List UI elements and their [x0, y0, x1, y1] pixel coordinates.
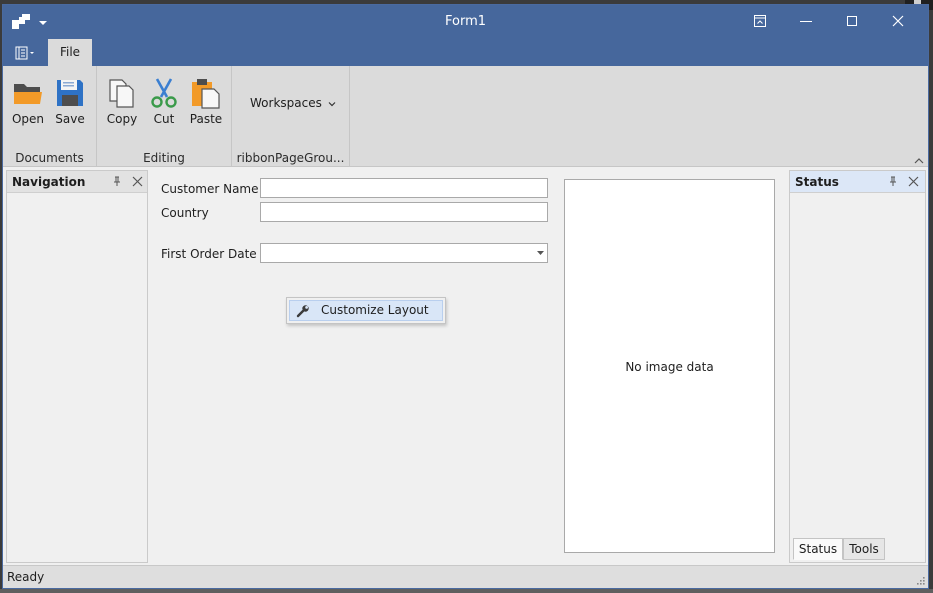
tab-tools[interactable]: Tools — [843, 538, 885, 560]
cut-button[interactable]: Cut — [143, 74, 185, 132]
ribbon-group-editing: Copy Cut Paste Editing — [97, 66, 232, 167]
collapse-ribbon-button[interactable] — [914, 154, 924, 164]
close-panel-icon[interactable] — [132, 176, 143, 187]
navigation-panel: Navigation — [6, 170, 148, 563]
no-image-text: No image data — [625, 360, 714, 374]
window-layout-icon — [754, 15, 766, 27]
main-window: Form1 File Open Save Documents Copy Cut … — [2, 4, 929, 589]
restore-layout-button[interactable] — [737, 5, 783, 38]
customer-name-label: Customer Name — [161, 182, 259, 196]
close-icon — [892, 15, 904, 27]
copy-label: Copy — [106, 112, 138, 126]
first-order-date-label: First Order Date — [161, 247, 257, 261]
tab-status[interactable]: Status — [793, 538, 843, 560]
minimize-button[interactable] — [783, 5, 829, 38]
save-button[interactable]: Save — [49, 74, 91, 132]
application-menu-button[interactable] — [11, 42, 41, 64]
picture-box[interactable]: No image data — [564, 179, 775, 553]
status-bar: Ready — [3, 565, 928, 588]
country-input[interactable] — [260, 202, 548, 222]
title-bar: Form1 — [3, 5, 928, 38]
ribbon-group-documents: Open Save Documents — [3, 66, 97, 167]
floppy-disk-icon — [57, 80, 83, 106]
status-panel-header[interactable]: Status — [790, 171, 925, 193]
open-button[interactable]: Open — [7, 74, 49, 132]
first-order-date-picker[interactable] — [260, 243, 548, 263]
ribbon-group-workspaces: Workspaces ribbonPageGrou... — [232, 66, 350, 167]
scissors-icon — [151, 78, 177, 108]
cut-label: Cut — [153, 112, 175, 126]
save-label: Save — [55, 112, 85, 126]
open-label: Open — [11, 112, 45, 126]
desktop-bottom-edge — [0, 589, 933, 593]
ribbon-group-label: ribbonPageGrou... — [236, 151, 345, 165]
folder-open-icon — [14, 84, 42, 104]
workspaces-label: Workspaces — [250, 96, 322, 110]
minimize-icon — [800, 21, 812, 22]
workspaces-dropdown[interactable]: Workspaces — [250, 96, 336, 110]
maximize-button[interactable] — [829, 5, 875, 38]
paste-button[interactable]: Paste — [185, 74, 227, 132]
chevron-up-icon — [914, 158, 924, 164]
navigation-panel-title: Navigation — [12, 175, 86, 189]
resize-grip-icon[interactable] — [915, 575, 925, 585]
pin-icon[interactable] — [888, 176, 898, 187]
status-panel: Status Status Tools — [789, 170, 926, 563]
tab-file[interactable]: File — [48, 39, 92, 66]
ribbon-group-label: Editing — [143, 151, 185, 165]
wrench-icon — [296, 305, 309, 318]
close-window-button[interactable] — [875, 5, 921, 38]
ribbon-tab-row: File — [3, 38, 928, 66]
application-menu-icon — [15, 46, 34, 60]
status-text: Ready — [7, 570, 45, 584]
copy-button[interactable]: Copy — [101, 74, 143, 132]
chevron-down-icon — [328, 102, 336, 107]
context-menu: Customize Layout — [286, 297, 446, 324]
navigation-panel-header[interactable]: Navigation — [7, 171, 147, 193]
close-panel-icon[interactable] — [908, 176, 919, 187]
customer-name-input[interactable] — [260, 178, 548, 198]
paste-label: Paste — [189, 112, 223, 126]
country-label: Country — [161, 206, 209, 220]
clipboard-paste-icon — [192, 79, 220, 109]
maximize-icon — [847, 16, 857, 26]
status-panel-title: Status — [795, 175, 839, 189]
customize-layout-menu-item[interactable]: Customize Layout — [289, 300, 443, 321]
pin-icon[interactable] — [112, 176, 122, 187]
ribbon-group-label: Documents — [15, 151, 84, 165]
copy-icon — [109, 79, 134, 108]
ribbon-page: Open Save Documents Copy Cut Paste Editi… — [3, 66, 928, 167]
customize-layout-label: Customize Layout — [321, 303, 429, 317]
dropdown-arrow-icon[interactable] — [537, 251, 544, 255]
